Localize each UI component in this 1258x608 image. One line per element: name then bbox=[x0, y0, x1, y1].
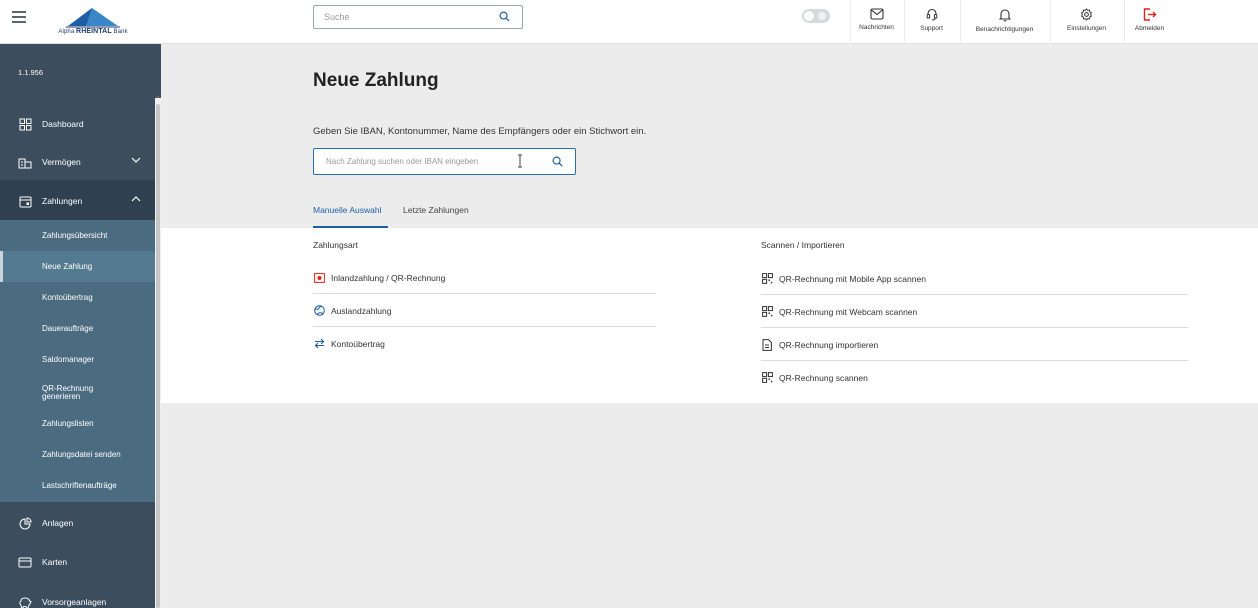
logout-icon bbox=[1143, 8, 1156, 21]
top-bar: Alpha RHEINTAL Bank Nachrichten Support … bbox=[0, 0, 1258, 44]
sidebar-item-investments[interactable]: Anlagen bbox=[0, 502, 155, 544]
assets-icon bbox=[18, 155, 32, 169]
foreign-payment-option[interactable]: Auslandzahlung bbox=[313, 294, 656, 327]
tab-manual-selection[interactable]: Manuelle Auswahl bbox=[313, 205, 382, 215]
scan-qr-option[interactable]: QR-Rechnung scannen bbox=[761, 361, 1188, 394]
sidebar-item-label: Zahlungen bbox=[42, 196, 83, 206]
sidebar-item-label: Dashboard bbox=[42, 119, 84, 129]
support-button[interactable]: Support bbox=[904, 0, 958, 44]
qr-code-icon bbox=[761, 372, 773, 384]
submenu-item-payment-lists[interactable]: Zahlungslisten bbox=[0, 408, 155, 439]
domestic-payment-option[interactable]: Inlandzahlung / QR-Rechnung bbox=[313, 261, 656, 294]
logo-mountain-icon bbox=[66, 8, 120, 28]
submenu-item-payment-overview[interactable]: Zahlungsübersicht bbox=[0, 220, 155, 251]
payments-icon bbox=[18, 194, 32, 208]
payments-submenu: Zahlungsübersicht Neue Zahlung Kontoüber… bbox=[0, 220, 155, 502]
messages-label: Nachrichten bbox=[859, 24, 894, 31]
document-icon bbox=[761, 338, 773, 351]
option-label: QR-Rechnung scannen bbox=[779, 372, 868, 383]
payment-search-input[interactable] bbox=[326, 149, 526, 174]
option-label: Inlandzahlung / QR-Rechnung bbox=[331, 272, 446, 283]
sidebar-item-label: Vermögen bbox=[42, 157, 81, 167]
chevron-up-icon bbox=[131, 196, 141, 202]
logout-label: Abmelden bbox=[1134, 25, 1165, 32]
tab-recent-payments[interactable]: Letzte Zahlungen bbox=[403, 205, 469, 215]
messages-button[interactable]: Nachrichten bbox=[850, 0, 902, 44]
mail-icon bbox=[869, 8, 884, 20]
sidebar-item-payments[interactable]: Zahlungen bbox=[0, 180, 155, 222]
option-label: QR-Rechnung mit Mobile App scannen bbox=[779, 273, 926, 284]
dashboard-icon bbox=[18, 117, 32, 131]
logo-text: Alpha RHEINTAL Bank bbox=[58, 28, 128, 35]
page-title: Neue Zahlung bbox=[313, 70, 439, 91]
piggy-bank-icon bbox=[18, 595, 32, 608]
search-hint: Geben Sie IBAN, Kontonummer, Name des Em… bbox=[313, 126, 647, 137]
scrollbar-thumb[interactable] bbox=[156, 104, 160, 608]
scan-mobile-app-option[interactable]: QR-Rechnung mit Mobile App scannen bbox=[761, 262, 1188, 295]
qr-bill-icon bbox=[313, 272, 325, 284]
import-qr-option[interactable]: QR-Rechnung importieren bbox=[761, 328, 1188, 361]
app-version: 1.1.956 bbox=[18, 68, 44, 77]
submenu-item-account-transfer[interactable]: Kontoübertrag bbox=[0, 282, 155, 313]
option-label: Kontoübertrag bbox=[331, 338, 385, 349]
qr-code-icon bbox=[761, 306, 773, 318]
notifications-button[interactable]: Benachrichtigungen bbox=[960, 0, 1048, 44]
hamburger-menu-icon[interactable] bbox=[12, 11, 26, 23]
qr-code-icon bbox=[761, 273, 773, 285]
bank-logo[interactable]: Alpha RHEINTAL Bank bbox=[52, 6, 134, 38]
transfer-arrows-icon bbox=[313, 338, 325, 350]
sidebar-item-dashboard[interactable]: Dashboard bbox=[0, 103, 155, 145]
sidebar: 1.1.956 Dashboard Vermögen Zahlungen Zah… bbox=[0, 44, 161, 608]
chevron-down-icon bbox=[131, 157, 141, 163]
sidebar-item-label: Vorsorgeanlagen bbox=[42, 597, 107, 607]
scan-webcam-option[interactable]: QR-Rechnung mit Webcam scannen bbox=[761, 295, 1188, 328]
sidebar-item-assets[interactable]: Vermögen bbox=[0, 141, 155, 183]
theme-toggle[interactable] bbox=[802, 9, 830, 23]
logout-button[interactable]: Abmelden bbox=[1124, 0, 1174, 44]
sidebar-item-pension[interactable]: Vorsorgeanlagen bbox=[0, 581, 155, 608]
headset-icon bbox=[926, 8, 937, 21]
bell-icon bbox=[998, 9, 1011, 22]
option-label: QR-Rechnung mit Webcam scannen bbox=[779, 306, 918, 317]
submenu-item-standing-orders[interactable]: Daueraufträge bbox=[0, 313, 155, 344]
option-label: Auslandzahlung bbox=[331, 305, 392, 316]
search-icon[interactable] bbox=[552, 156, 563, 167]
option-label: QR-Rechnung importieren bbox=[779, 339, 879, 350]
notifications-label: Benachrichtigungen bbox=[975, 26, 1034, 33]
payment-search-box[interactable] bbox=[313, 148, 576, 175]
settings-label: Einstellungen bbox=[1066, 25, 1107, 32]
globe-icon bbox=[313, 305, 325, 317]
search-icon[interactable] bbox=[499, 11, 510, 22]
sidebar-item-label: Karten bbox=[42, 557, 68, 567]
text-cursor-icon bbox=[518, 154, 522, 168]
submenu-item-direct-debits[interactable]: Lastschriftenaufträge bbox=[0, 470, 155, 501]
top-search-input[interactable] bbox=[324, 6, 494, 28]
support-label: Support bbox=[920, 25, 943, 32]
settings-button[interactable]: Einstellungen bbox=[1050, 0, 1122, 44]
submenu-item-new-payment[interactable]: Neue Zahlung bbox=[0, 251, 155, 282]
account-transfer-option[interactable]: Kontoübertrag bbox=[313, 327, 656, 360]
submenu-item-send-payment-file[interactable]: Zahlungsdatei senden bbox=[0, 439, 155, 470]
payment-type-heading: Zahlungsart bbox=[313, 240, 358, 250]
submenu-item-balance-manager[interactable]: Saldomanager bbox=[0, 344, 155, 375]
submenu-item-qr-generate[interactable]: QR-Rechnung generieren bbox=[0, 377, 120, 408]
card-icon bbox=[18, 555, 32, 569]
sidebar-item-label: Anlagen bbox=[42, 518, 74, 528]
scan-import-heading: Scannen / Importieren bbox=[761, 240, 845, 250]
top-search-box[interactable] bbox=[313, 5, 523, 29]
sidebar-item-cards[interactable]: Karten bbox=[0, 541, 155, 583]
chart-pie-icon bbox=[18, 516, 32, 530]
gear-icon bbox=[1080, 8, 1093, 21]
